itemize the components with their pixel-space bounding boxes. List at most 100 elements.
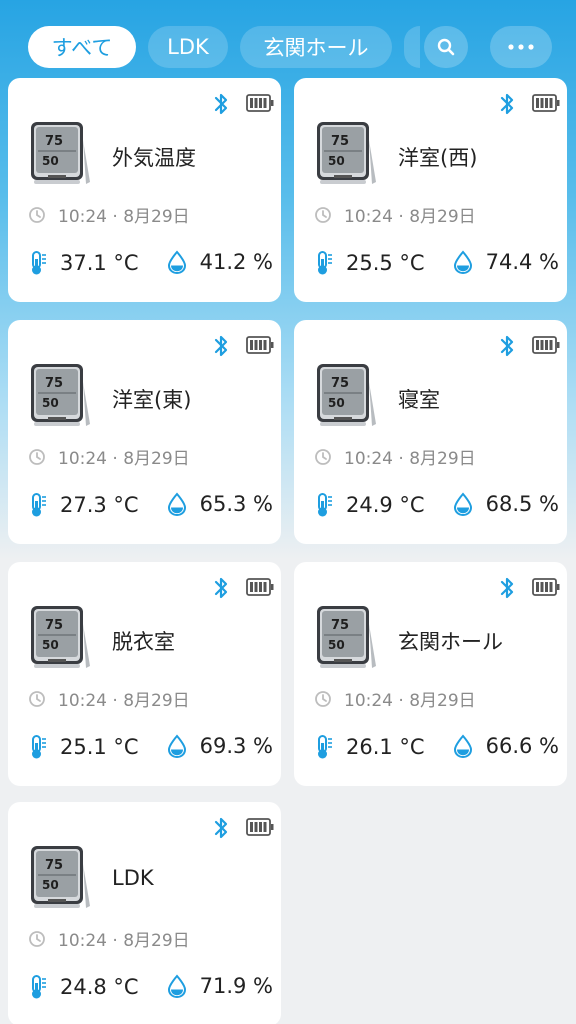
search-button[interactable]	[424, 26, 468, 68]
svg-text:75: 75	[45, 618, 63, 633]
clock-icon	[314, 206, 332, 224]
bluetooth-icon	[498, 92, 516, 116]
clock-icon	[28, 930, 46, 948]
thermo-hygrometer-device-image: 75 50	[314, 120, 380, 190]
bluetooth-icon	[212, 334, 230, 358]
more-horizontal-icon	[508, 44, 534, 50]
thermometer-icon	[314, 492, 334, 518]
device-name: LDK	[112, 866, 154, 890]
bluetooth-icon	[212, 92, 230, 116]
device-card[interactable]: 75 50 脱衣室 10:24 · 8月29日 25.1 °C 69.3 %	[8, 562, 281, 786]
search-icon	[437, 38, 455, 56]
device-name: 外気温度	[112, 146, 196, 170]
humidity-drop-icon	[166, 492, 188, 517]
humidity-value: 68.5 %	[485, 492, 559, 516]
temperature-reading: 25.1 °C	[28, 734, 139, 760]
battery-icon	[246, 336, 274, 354]
device-card[interactable]: 75 50 LDK 10:24 · 8月29日 24.8 °C 71.9 %	[8, 802, 281, 1024]
svg-text:50: 50	[328, 638, 345, 652]
thermo-hygrometer-device-image: 75 50	[28, 844, 94, 914]
tab-all[interactable]: すべて	[28, 26, 136, 68]
humidity-value: 69.3 %	[199, 734, 273, 758]
thermometer-icon	[28, 492, 48, 518]
svg-text:75: 75	[331, 618, 349, 633]
svg-text:75: 75	[45, 858, 63, 873]
humidity-reading: 69.3 %	[166, 734, 273, 759]
bluetooth-icon	[498, 334, 516, 358]
last-updated: 10:24 · 8月29日	[28, 444, 190, 469]
more-button[interactable]	[490, 26, 552, 68]
temperature-reading: 24.9 °C	[314, 492, 425, 518]
svg-text:50: 50	[328, 154, 345, 168]
tab-entrance-hall[interactable]: 玄関ホール	[240, 26, 392, 68]
svg-text:50: 50	[42, 396, 59, 410]
thermometer-icon	[28, 734, 48, 760]
humidity-drop-icon	[166, 250, 188, 275]
humidity-reading: 65.3 %	[166, 492, 273, 517]
svg-text:50: 50	[42, 878, 59, 892]
humidity-value: 74.4 %	[485, 250, 559, 274]
thermo-hygrometer-device-image: 75 50	[314, 604, 380, 674]
thermometer-icon	[314, 734, 334, 760]
device-name: 洋室(西)	[398, 146, 478, 170]
device-card[interactable]: 75 50 外気温度 10:24 · 8月29日 37.1 °C 41.2 %	[8, 78, 281, 302]
battery-icon	[246, 578, 274, 596]
tab-overflow-partial[interactable]	[404, 26, 420, 68]
svg-text:50: 50	[42, 638, 59, 652]
device-name: 洋室(東)	[112, 388, 192, 412]
humidity-value: 65.3 %	[199, 492, 273, 516]
last-updated-text: 10:24 · 8月29日	[344, 207, 476, 227]
temperature-value: 25.5 °C	[346, 251, 425, 275]
temperature-value: 24.9 °C	[346, 493, 425, 517]
last-updated-text: 10:24 · 8月29日	[58, 691, 190, 711]
thermometer-icon	[28, 974, 48, 1000]
device-card[interactable]: 75 50 玄関ホール 10:24 · 8月29日 26.1 °C 66.6 %	[294, 562, 567, 786]
humidity-reading: 41.2 %	[166, 250, 273, 275]
last-updated: 10:24 · 8月29日	[314, 202, 476, 227]
humidity-drop-icon	[166, 734, 188, 759]
last-updated-text: 10:24 · 8月29日	[344, 449, 476, 469]
last-updated: 10:24 · 8月29日	[28, 926, 190, 951]
battery-icon	[532, 336, 560, 354]
humidity-reading: 66.6 %	[452, 734, 559, 759]
device-name: 玄関ホール	[398, 630, 503, 654]
humidity-value: 71.9 %	[199, 974, 273, 998]
svg-text:75: 75	[331, 376, 349, 391]
svg-text:75: 75	[331, 134, 349, 149]
device-card[interactable]: 75 50 洋室(西) 10:24 · 8月29日 25.5 °C 74.4 %	[294, 78, 567, 302]
battery-icon	[246, 818, 274, 836]
humidity-reading: 71.9 %	[166, 974, 273, 999]
device-card[interactable]: 75 50 洋室(東) 10:24 · 8月29日 27.3 °C 65.3 %	[8, 320, 281, 544]
device-name: 寝室	[398, 388, 440, 412]
temperature-value: 27.3 °C	[60, 493, 139, 517]
last-updated: 10:24 · 8月29日	[314, 686, 476, 711]
thermo-hygrometer-device-image: 75 50	[28, 604, 94, 674]
bluetooth-icon	[212, 816, 230, 840]
battery-icon	[532, 578, 560, 596]
temperature-reading: 27.3 °C	[28, 492, 139, 518]
svg-text:50: 50	[328, 396, 345, 410]
last-updated-text: 10:24 · 8月29日	[58, 449, 190, 469]
humidity-drop-icon	[166, 974, 188, 999]
thermometer-icon	[28, 250, 48, 276]
temperature-reading: 25.5 °C	[314, 250, 425, 276]
temperature-value: 24.8 °C	[60, 975, 139, 999]
tab-ldk[interactable]: LDK	[148, 26, 228, 68]
humidity-value: 66.6 %	[485, 734, 559, 758]
svg-text:75: 75	[45, 134, 63, 149]
battery-icon	[532, 94, 560, 112]
humidity-reading: 74.4 %	[452, 250, 559, 275]
clock-icon	[28, 448, 46, 466]
last-updated: 10:24 · 8月29日	[28, 202, 190, 227]
filter-tab-bar: すべて LDK 玄関ホール	[0, 0, 576, 78]
thermometer-icon	[314, 250, 334, 276]
humidity-drop-icon	[452, 492, 474, 517]
thermo-hygrometer-device-image: 75 50	[28, 362, 94, 432]
temperature-value: 25.1 °C	[60, 735, 139, 759]
clock-icon	[28, 690, 46, 708]
device-card[interactable]: 75 50 寝室 10:24 · 8月29日 24.9 °C 68.5 %	[294, 320, 567, 544]
battery-icon	[246, 94, 274, 112]
temperature-reading: 26.1 °C	[314, 734, 425, 760]
humidity-drop-icon	[452, 250, 474, 275]
humidity-reading: 68.5 %	[452, 492, 559, 517]
